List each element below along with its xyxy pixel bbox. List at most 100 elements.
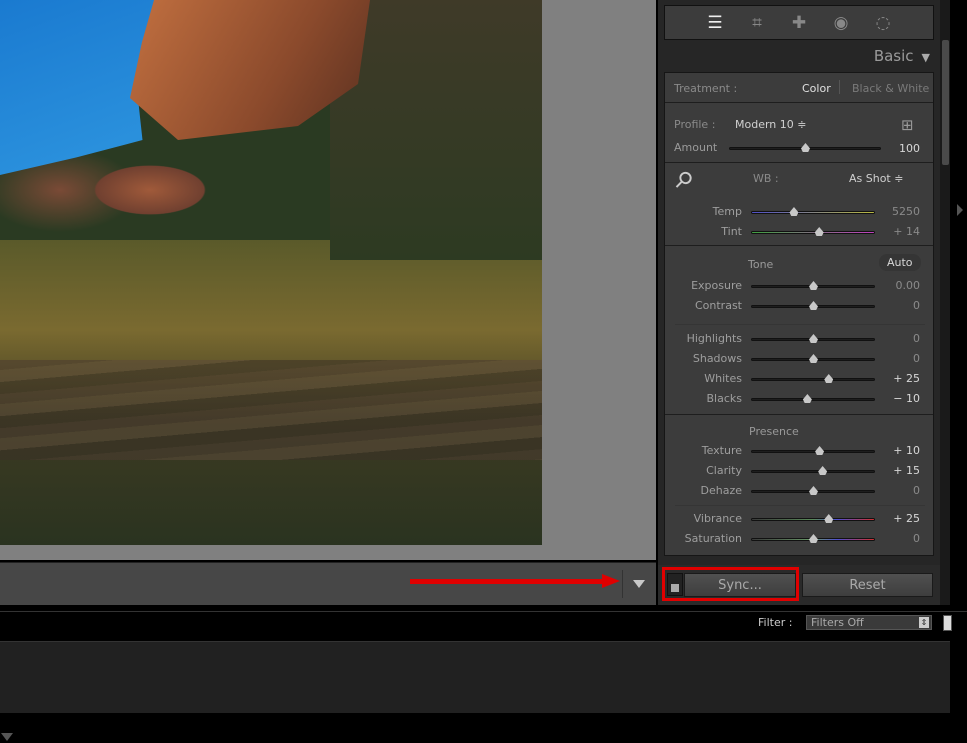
scrollbar-thumb[interactable] <box>942 40 949 165</box>
filter-select[interactable]: Filters Off ⇕ <box>806 615 932 630</box>
filter-label: Filter : <box>758 616 793 629</box>
saturation-slider[interactable] <box>751 534 875 543</box>
slider-thumb[interactable] <box>814 227 824 236</box>
slider-thumb[interactable] <box>824 514 834 523</box>
profile-select[interactable]: Modern 10 ≑ <box>735 118 806 131</box>
exposure-value[interactable]: 0.00 <box>896 279 921 292</box>
slider-thumb[interactable] <box>809 301 818 310</box>
redeye-icon[interactable]: ◉ <box>828 10 854 36</box>
highlights-slider[interactable] <box>751 334 875 343</box>
saturation-value[interactable]: 0 <box>913 532 920 545</box>
texture-value[interactable]: + 10 <box>893 444 920 457</box>
presence-label: Presence <box>749 425 799 438</box>
clarity-value[interactable]: + 15 <box>893 464 920 477</box>
reset-button[interactable]: Reset <box>802 573 933 597</box>
profile-section: Profile : Modern 10 ≑ ⊞ Amount 100 <box>665 104 933 163</box>
vibrance-slider[interactable] <box>751 514 875 523</box>
filter-switch[interactable] <box>943 615 952 631</box>
highlights-label: Highlights <box>686 332 742 345</box>
exposure-label: Exposure <box>691 279 742 292</box>
presence-section: Presence Texture + 10 Clarity + 15 Dehaze … <box>665 416 933 557</box>
tone-label: Tone <box>748 258 774 271</box>
mask-icon[interactable]: ◌ <box>870 10 896 36</box>
whites-value[interactable]: + 25 <box>893 372 920 385</box>
amount-label: Amount <box>674 141 718 154</box>
collapse-triangle-icon[interactable]: ▼ <box>922 51 930 64</box>
slider-thumb[interactable] <box>809 534 818 543</box>
updown-icon: ⇕ <box>919 617 929 628</box>
blacks-value[interactable]: − 10 <box>893 392 920 405</box>
slider-thumb[interactable] <box>802 394 812 403</box>
basic-title: Basic <box>873 47 914 65</box>
treatment-section: Treatment : Color Black & White <box>665 73 933 103</box>
shadows-value[interactable]: 0 <box>913 352 920 365</box>
filmstrip-toggle-triangle-icon[interactable] <box>1 733 13 741</box>
shadows-slider[interactable] <box>751 354 875 363</box>
photo-rocks <box>0 360 542 460</box>
treatment-bw-option[interactable]: Black & White <box>852 82 929 95</box>
treatment-label: Treatment : <box>674 82 738 95</box>
annotation-arrowhead <box>602 574 620 588</box>
divider <box>675 505 925 506</box>
dehaze-label: Dehaze <box>700 484 743 497</box>
slider-thumb[interactable] <box>815 446 825 455</box>
tint-slider[interactable] <box>751 227 875 236</box>
profile-label: Profile : <box>674 118 716 131</box>
sliders-icon[interactable]: ☰ <box>702 10 728 36</box>
tool-strip: ☰ ⌗ ✚ ◉ ◌ <box>664 5 934 40</box>
toolbar-menu-triangle-icon[interactable] <box>633 580 645 588</box>
clarity-slider[interactable] <box>751 466 875 475</box>
slider-thumb[interactable] <box>789 207 799 216</box>
treatment-color-option[interactable]: Color <box>802 82 831 95</box>
dehaze-slider[interactable] <box>751 486 875 495</box>
slider-thumb[interactable] <box>809 281 818 290</box>
contrast-value[interactable]: 0 <box>913 299 920 312</box>
vibrance-label: Vibrance <box>693 512 742 525</box>
crop-icon[interactable]: ⌗ <box>744 10 770 36</box>
basic-panel-header[interactable]: Basic ▼ <box>664 47 934 71</box>
filmstrip <box>0 641 950 713</box>
texture-slider[interactable] <box>751 446 875 455</box>
basic-panel: Treatment : Color Black & White Profile … <box>664 72 934 556</box>
annotation-arrow <box>410 579 606 584</box>
slider-thumb[interactable] <box>809 486 818 495</box>
texture-label: Texture <box>701 444 742 457</box>
contrast-label: Contrast <box>694 299 742 312</box>
saturation-label: Saturation <box>684 532 742 545</box>
temp-label: Temp <box>712 205 742 218</box>
wb-label: WB : <box>753 172 779 185</box>
temp-slider[interactable] <box>751 207 875 216</box>
amount-slider[interactable] <box>729 143 881 152</box>
wb-section: ⚲ WB : As Shot ≑ Temp 5250 Tint + 14 <box>665 164 933 246</box>
tone-section: Tone Auto Exposure 0.00 Contrast 0 Highlig… <box>665 247 933 415</box>
slider-thumb[interactable] <box>824 374 834 383</box>
heal-icon[interactable]: ✚ <box>786 10 812 36</box>
slider-thumb[interactable] <box>801 143 810 152</box>
panel-expand-arrow-icon[interactable] <box>957 204 963 216</box>
shadows-label: Shadows <box>692 352 742 365</box>
slider-thumb[interactable] <box>818 466 828 475</box>
blacks-label: Blacks <box>706 392 743 405</box>
divider <box>675 324 925 325</box>
contrast-slider[interactable] <box>751 301 875 310</box>
image-viewer <box>0 0 656 560</box>
slider-thumb[interactable] <box>809 354 818 363</box>
annotation-highlight-box <box>662 567 799 601</box>
dehaze-value[interactable]: 0 <box>913 484 920 497</box>
slider-thumb[interactable] <box>809 334 818 343</box>
whites-label: Whites <box>704 372 742 385</box>
vibrance-value[interactable]: + 25 <box>893 512 920 525</box>
photo-preview <box>0 0 542 545</box>
wb-eyedropper-icon[interactable]: ⚲ <box>669 166 698 195</box>
auto-tone-button[interactable]: Auto <box>879 254 921 271</box>
temp-value[interactable]: 5250 <box>892 205 920 218</box>
amount-value[interactable]: 100 <box>899 142 920 155</box>
blacks-slider[interactable] <box>751 394 875 403</box>
profile-browser-grid-icon[interactable]: ⊞ <box>901 116 914 134</box>
exposure-slider[interactable] <box>751 281 875 290</box>
highlights-value[interactable]: 0 <box>913 332 920 345</box>
tint-label: Tint <box>721 225 742 238</box>
whites-slider[interactable] <box>751 374 875 383</box>
wb-select[interactable]: As Shot ≑ <box>849 172 903 185</box>
tint-value[interactable]: + 14 <box>893 225 920 238</box>
